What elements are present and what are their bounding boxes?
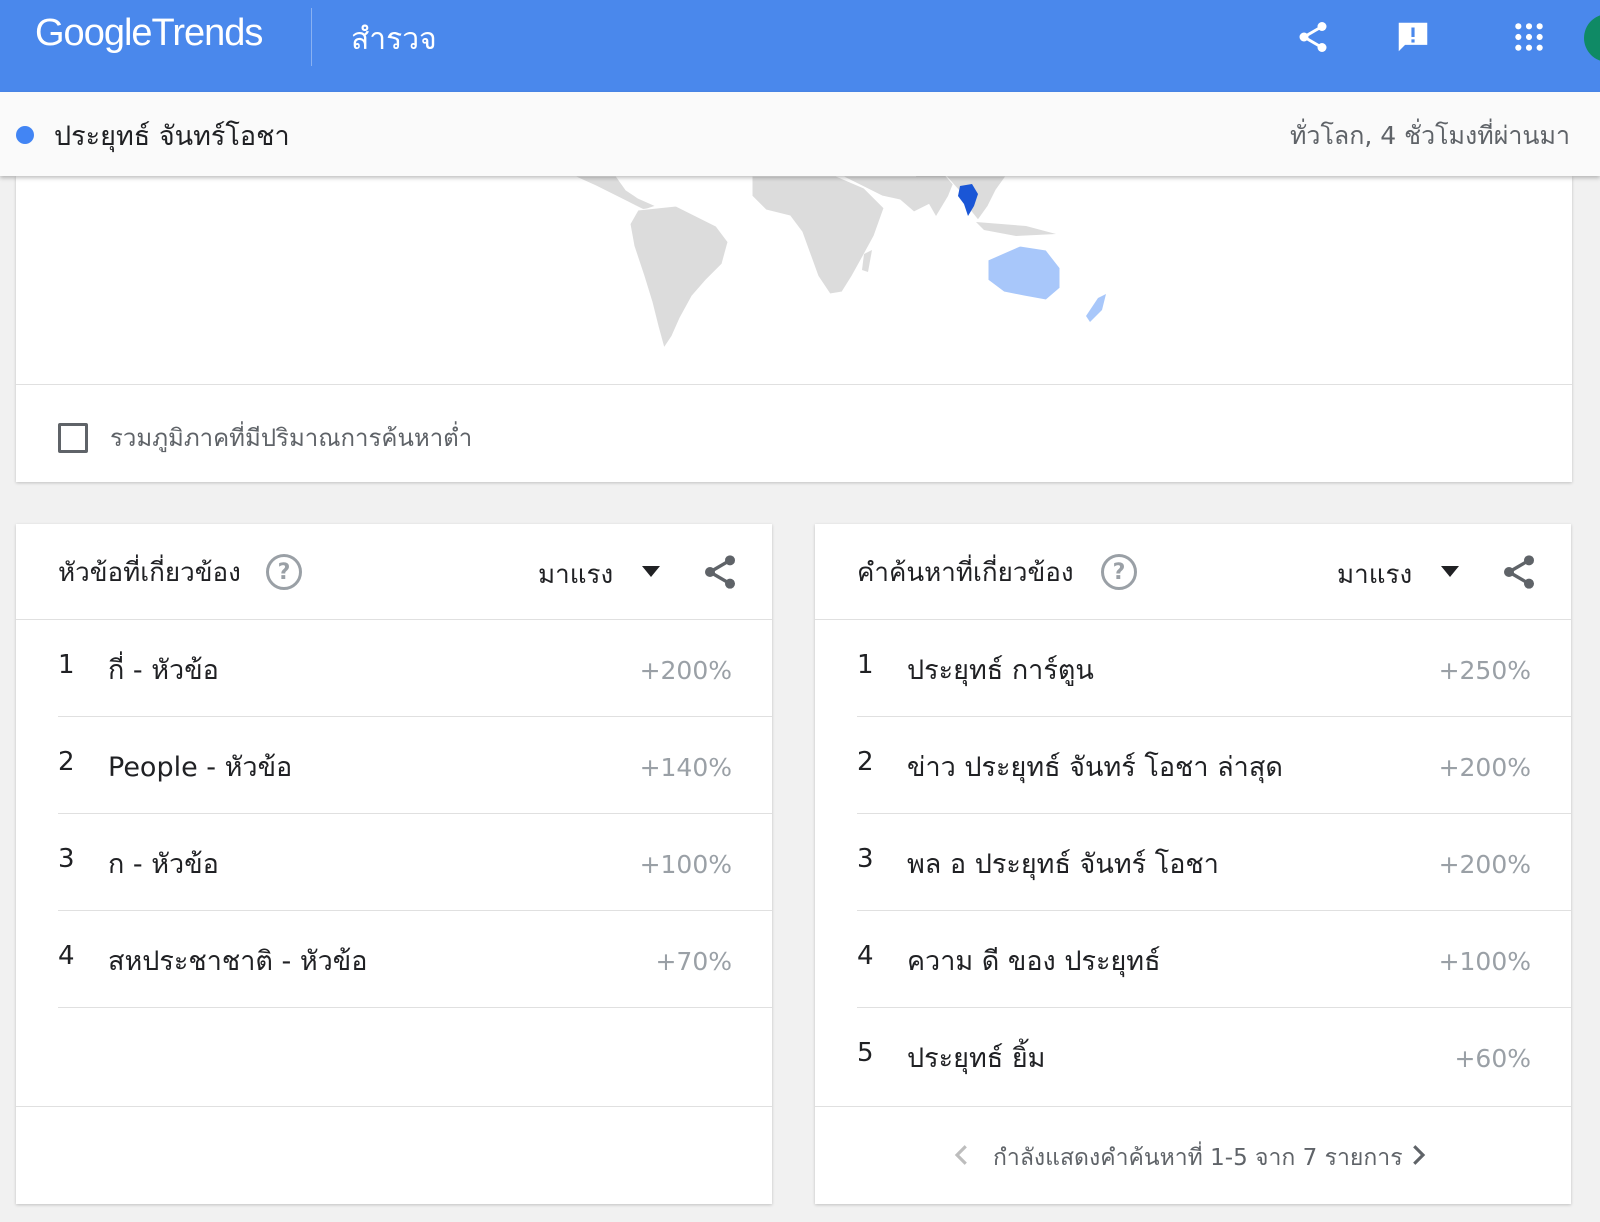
table-row[interactable]: 4 ความ ดี ของ ประยุทธ์ +100% (857, 911, 1571, 1008)
row-rank: 5 (857, 1038, 874, 1068)
row-label[interactable]: ประยุทธ์ การ์ตูน (907, 648, 1094, 691)
logo-trends-text: Trends (151, 12, 264, 54)
row-rank: 1 (857, 650, 874, 680)
row-rank: 2 (857, 747, 874, 777)
map-region-indonesia (976, 222, 1056, 236)
row-rank: 3 (58, 844, 75, 874)
row-label[interactable]: กี่ - หัวข้อ (108, 648, 219, 691)
row-label[interactable]: พล อ ประยุทธ์ จันทร์ โอชา (907, 842, 1219, 885)
table-row[interactable]: 5 ประยุทธ์ ยิ้ม +60% (857, 1008, 1571, 1105)
low-volume-checkbox[interactable] (58, 422, 88, 453)
row-rank: 4 (857, 941, 874, 971)
row-value: +140% (639, 753, 732, 782)
row-label[interactable]: ข่าว ประยุทธ์ จันทร์ โอชา ล่าสุด (907, 745, 1283, 788)
interest-by-region-card: รวมภูมิภาคที่มีปริมาณการค้นหาต่ำ (16, 176, 1572, 482)
table-row[interactable]: 1 ประยุทธ์ การ์ตูน +250% (857, 620, 1571, 717)
map-region-central-america (573, 176, 658, 211)
dropdown-arrow-icon[interactable] (642, 566, 660, 577)
row-value: +250% (1438, 656, 1531, 685)
app-bar: GoogleTrends สำรวจ (0, 0, 1600, 92)
table-row[interactable]: 3 พล อ ประยุทธ์ จันทร์ โอชา +200% (857, 814, 1571, 911)
nav-explore[interactable]: สำรวจ (351, 16, 437, 63)
term-color-dot (16, 126, 34, 144)
table-row[interactable]: 1 กี่ - หัวข้อ +200% (58, 620, 772, 717)
row-rank: 4 (58, 941, 75, 971)
feedback-icon[interactable] (1392, 16, 1434, 58)
map-region-australia (987, 245, 1061, 301)
map-region-new-zealand (1086, 294, 1106, 322)
map-separator (16, 384, 1572, 385)
row-rank: 3 (857, 844, 874, 874)
map-region-africa (751, 176, 885, 295)
logo-google-text: Google (35, 12, 153, 54)
card-footer-separator (16, 1106, 772, 1107)
app-bar-divider (311, 8, 312, 66)
related-queries-card: คำค้นหาที่เกี่ยวข้อง ? มาแรง 1 ประยุทธ์ … (815, 524, 1571, 1204)
row-value: +200% (639, 656, 732, 685)
share-icon[interactable] (1292, 16, 1334, 58)
card-footer-separator (815, 1106, 1571, 1107)
table-row[interactable]: 3 ก - หัวข้อ +100% (58, 814, 772, 911)
row-label[interactable]: ความ ดี ของ ประยุทธ์ (907, 939, 1161, 982)
row-label[interactable]: People - หัวข้อ (108, 745, 292, 788)
row-value: +200% (1438, 753, 1531, 782)
related-queries-title: คำค้นหาที่เกี่ยวข้อง (857, 558, 1074, 588)
chevron-left-icon[interactable] (947, 1140, 977, 1170)
help-circle-icon[interactable]: ? (266, 554, 302, 590)
row-value: +100% (1438, 947, 1531, 976)
table-row[interactable]: 2 ข่าว ประยุทธ์ จันทร์ โอชา ล่าสุด +200% (857, 717, 1571, 814)
account-avatar[interactable] (1584, 14, 1600, 62)
row-label[interactable]: ก - หัวข้อ (108, 842, 219, 885)
share-icon[interactable] (1499, 552, 1539, 592)
row-rank: 1 (58, 650, 75, 680)
table-row[interactable]: 2 People - หัวข้อ +140% (58, 717, 772, 814)
related-topics-title: หัวข้อที่เกี่ยวข้อง (58, 558, 241, 588)
related-topics-sort-label[interactable]: มาแรง (538, 554, 613, 595)
world-map[interactable] (16, 176, 1572, 386)
term-scope[interactable]: ทั่วโลก, 4 ชั่วโมงที่ผ่านมา (1290, 116, 1570, 156)
help-circle-icon[interactable]: ? (1101, 554, 1137, 590)
row-value: +100% (639, 850, 732, 879)
row-label[interactable]: ประยุทธ์ ยิ้ม (907, 1036, 1045, 1079)
google-trends-logo[interactable]: GoogleTrends (35, 12, 264, 55)
pagination: กำลังแสดงคำค้นหาที่ 1-5 จาก 7 รายการ (815, 1136, 1571, 1176)
row-value: +60% (1454, 1044, 1531, 1073)
low-volume-label[interactable]: รวมภูมิภาคที่มีปริมาณการค้นหาต่ำ (110, 418, 472, 457)
row-value: +200% (1438, 850, 1531, 879)
apps-grid-icon[interactable] (1508, 16, 1550, 58)
related-queries-header: คำค้นหาที่เกี่ยวข้อง ? มาแรง (815, 524, 1571, 620)
row-label[interactable]: สหประชาชาติ - หัวข้อ (108, 939, 367, 982)
dropdown-arrow-icon[interactable] (1441, 566, 1459, 577)
pagination-status: กำลังแสดงคำค้นหาที่ 1-5 จาก 7 รายการ (993, 1145, 1403, 1171)
row-rank: 2 (58, 747, 75, 777)
term-label[interactable]: ประยุทธ์ จันทร์โอชา (54, 114, 290, 157)
row-value: +70% (655, 947, 732, 976)
table-row[interactable]: 4 สหประชาชาติ - หัวข้อ +70% (58, 911, 772, 1008)
related-queries-sort-label[interactable]: มาแรง (1337, 554, 1412, 595)
chevron-right-icon[interactable] (1403, 1140, 1433, 1170)
low-volume-option[interactable]: รวมภูมิภาคที่มีปริมาณการค้นหาต่ำ (58, 418, 472, 457)
term-header: ประยุทธ์ จันทร์โอชา ทั่วโลก, 4 ชั่วโมงที… (0, 92, 1600, 176)
map-region-south-america (629, 205, 729, 350)
related-topics-card: หัวข้อที่เกี่ยวข้อง ? มาแรง 1 กี่ - หัวข… (16, 524, 772, 1204)
share-icon[interactable] (700, 552, 740, 592)
related-topics-header: หัวข้อที่เกี่ยวข้อง ? มาแรง (16, 524, 772, 620)
